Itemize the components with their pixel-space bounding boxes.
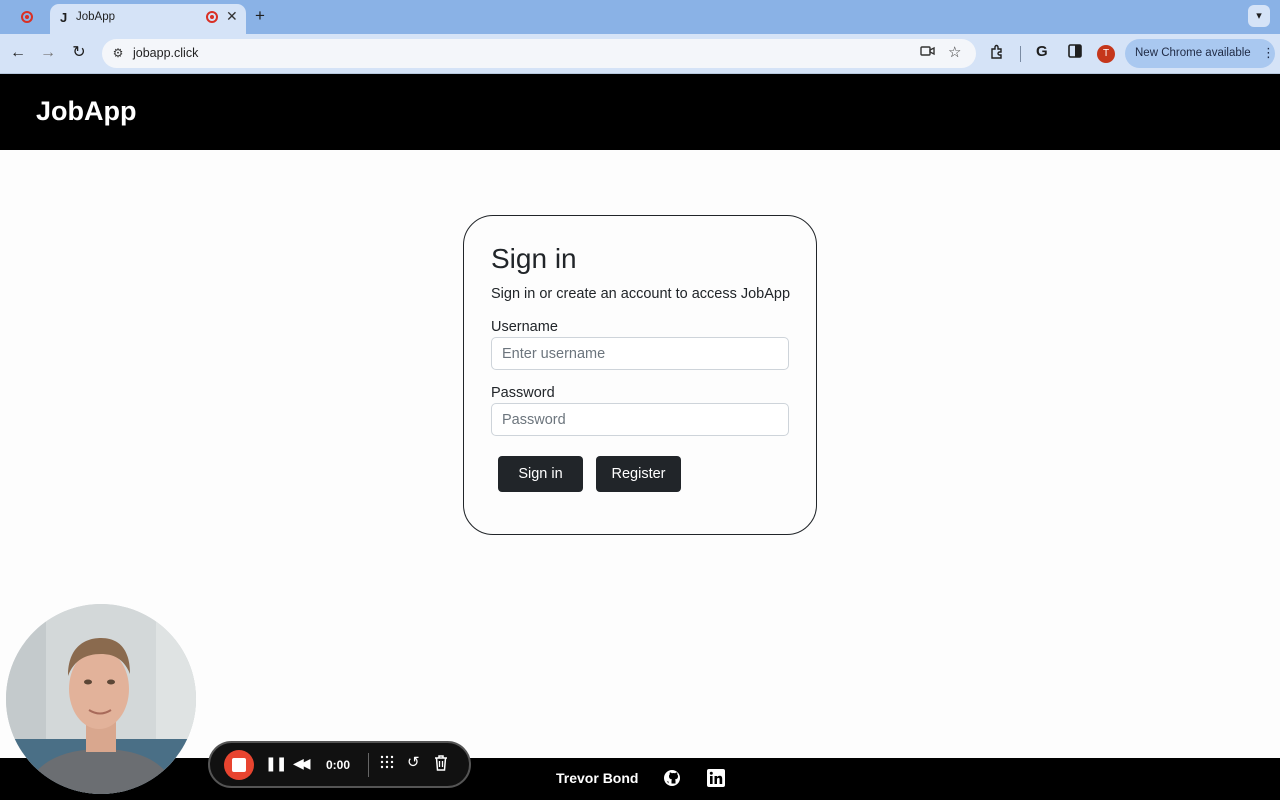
username-input[interactable] bbox=[491, 337, 789, 370]
address-bar[interactable]: ⚙ jobapp.click ☆ bbox=[102, 39, 976, 68]
browser-toolbar: ← → ↻ ⚙ jobapp.click ☆ G T New Chrome av… bbox=[0, 34, 1280, 74]
app-header: JobApp bbox=[0, 74, 1280, 150]
chevron-down-icon[interactable]: ▾ bbox=[1248, 5, 1270, 27]
github-icon[interactable] bbox=[662, 768, 682, 788]
signin-card: Sign in Sign in or create an account to … bbox=[463, 215, 817, 535]
pause-icon[interactable]: ❚❚ bbox=[265, 755, 287, 772]
google-icon[interactable]: G bbox=[1036, 43, 1048, 60]
presenter-name: Trevor Bond bbox=[556, 770, 639, 786]
signin-button[interactable]: Sign in bbox=[498, 456, 583, 492]
side-panel-icon[interactable] bbox=[1068, 44, 1082, 61]
restart-icon[interactable]: ↺ bbox=[407, 753, 420, 771]
back-icon[interactable]: ← bbox=[7, 42, 29, 64]
close-icon[interactable]: ✕ bbox=[226, 8, 238, 25]
plus-icon[interactable]: + bbox=[255, 6, 265, 26]
recording-timer: 0:00 bbox=[326, 758, 351, 772]
toolbar-divider bbox=[1020, 46, 1021, 62]
recorder-controls: ❚❚ ◀◀ 0:00 ↺ bbox=[208, 741, 471, 788]
forward-icon[interactable]: → bbox=[37, 42, 59, 64]
tab-favicon: J bbox=[60, 10, 68, 25]
chrome-update-button[interactable]: New Chrome available ⋮ bbox=[1125, 39, 1275, 68]
chrome-update-label: New Chrome available bbox=[1135, 47, 1251, 59]
grid-icon[interactable] bbox=[380, 755, 394, 772]
linkedin-icon[interactable] bbox=[706, 768, 726, 788]
tab-title: JobApp bbox=[76, 11, 116, 23]
webcam-video bbox=[6, 604, 196, 794]
browser-tab[interactable]: J JobApp ✕ bbox=[50, 4, 246, 34]
trash-icon[interactable] bbox=[434, 755, 448, 774]
brand-logo[interactable]: JobApp bbox=[36, 96, 137, 127]
rewind-icon[interactable]: ◀◀ bbox=[293, 755, 310, 772]
site-info-icon[interactable]: ⚙ bbox=[110, 45, 126, 61]
browser-tab-strip: J JobApp ✕ + ▾ bbox=[0, 0, 1280, 34]
controls-divider bbox=[368, 753, 369, 777]
reload-icon[interactable]: ↻ bbox=[68, 42, 90, 64]
recording-footer: Trevor Bond bbox=[0, 758, 1280, 800]
tab-record-icon bbox=[206, 11, 218, 23]
signin-title: Sign in bbox=[491, 243, 577, 274]
more-icon[interactable]: ⋮ bbox=[1262, 45, 1275, 61]
password-label: Password bbox=[491, 385, 555, 401]
password-input[interactable] bbox=[491, 403, 789, 436]
profile-avatar[interactable]: T bbox=[1097, 45, 1115, 63]
username-label: Username bbox=[491, 319, 558, 335]
signin-subtitle: Sign in or create an account to access J… bbox=[491, 286, 791, 302]
webcam-bubble[interactable] bbox=[6, 604, 196, 794]
register-button[interactable]: Register bbox=[596, 456, 681, 492]
extensions-icon[interactable] bbox=[989, 44, 1005, 63]
url-text[interactable]: jobapp.click bbox=[133, 46, 198, 60]
camera-icon[interactable] bbox=[920, 45, 935, 60]
star-icon[interactable]: ☆ bbox=[948, 43, 961, 61]
record-icon[interactable] bbox=[21, 11, 33, 23]
stop-icon[interactable] bbox=[224, 750, 254, 780]
